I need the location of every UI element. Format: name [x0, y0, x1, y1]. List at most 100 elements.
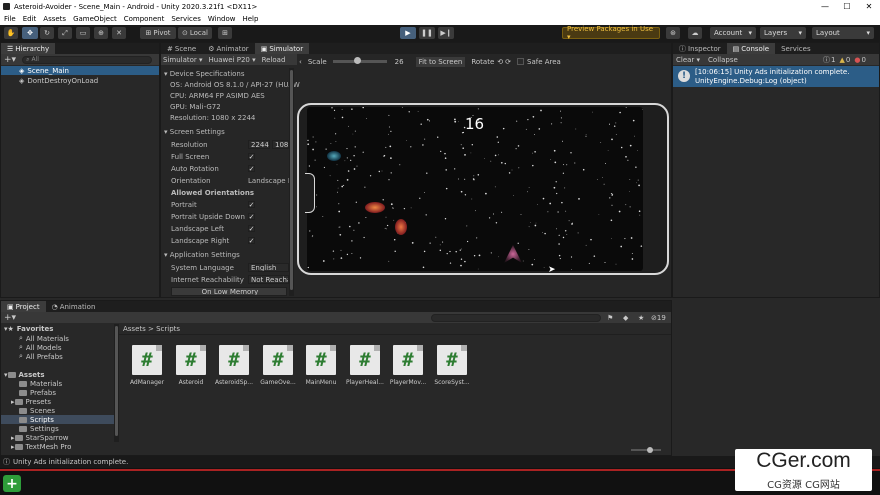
- tab-hierarchy[interactable]: ☰ Hierarchy: [1, 43, 56, 54]
- portrait-checkbox[interactable]: ✓: [248, 201, 255, 209]
- rect-tool-icon[interactable]: ▭: [76, 27, 90, 39]
- transform-tool-icon[interactable]: ⊕: [94, 27, 108, 39]
- landscape-left-checkbox[interactable]: ✓: [248, 225, 255, 233]
- collapse-left-icon[interactable]: ‹: [299, 58, 302, 66]
- script-asset-asteroid[interactable]: #: [176, 345, 206, 375]
- portrait-upside-down-checkbox[interactable]: ✓: [248, 213, 255, 221]
- add-icon[interactable]: +▾: [4, 55, 16, 65]
- custom-tool-icon[interactable]: ✕: [112, 27, 126, 39]
- hand-tool-icon[interactable]: ✋: [4, 27, 18, 39]
- menu-window[interactable]: Window: [208, 15, 236, 23]
- folder-starsparrow[interactable]: ▸ StarSparrow: [11, 433, 69, 442]
- script-asset-scoresystem[interactable]: #: [437, 345, 467, 375]
- breadcrumb-text[interactable]: Assets > Scripts: [123, 325, 180, 333]
- scale-slider-thumb[interactable]: [353, 57, 361, 64]
- preview-packages-dropdown[interactable]: Preview Packages in Use ▾: [562, 25, 660, 41]
- minimize-button[interactable]: —: [814, 0, 836, 13]
- favorite-item[interactable]: ⌕ All Prefabs: [19, 352, 63, 361]
- step-button[interactable]: ▶❙: [438, 27, 454, 39]
- menu-assets[interactable]: Assets: [43, 15, 66, 23]
- layout-dropdown[interactable]: Layout ▾: [812, 27, 874, 39]
- collapse-button[interactable]: Collapse: [708, 56, 738, 64]
- menu-help[interactable]: Help: [242, 15, 258, 23]
- close-window-button[interactable]: ✕: [858, 0, 880, 13]
- script-asset-playerhealth[interactable]: #: [350, 345, 380, 375]
- fit-to-screen-button[interactable]: Fit to Screen: [415, 56, 466, 67]
- icon-size-slider[interactable]: [631, 447, 661, 453]
- script-asset-admanager[interactable]: #: [132, 345, 162, 375]
- safe-area-checkbox[interactable]: [517, 58, 524, 65]
- reload-button[interactable]: Reload: [262, 56, 286, 64]
- game-screen[interactable]: 16: [307, 107, 643, 271]
- tab-animation[interactable]: ◔ Animation: [46, 301, 102, 312]
- maximize-button[interactable]: ☐: [836, 0, 858, 13]
- pivot-toggle[interactable]: ⊞ Pivot: [140, 27, 176, 39]
- orientation-value[interactable]: Landscape L: [248, 177, 289, 185]
- script-asset-gameover[interactable]: #: [263, 345, 293, 375]
- play-button[interactable]: ▶: [400, 27, 416, 39]
- favorite-item[interactable]: ⌕ All Materials: [19, 334, 69, 343]
- hierarchy-item-scene-main[interactable]: ◈ Scene_Main: [1, 66, 159, 75]
- menu-gameobject[interactable]: GameObject: [73, 15, 117, 23]
- resolution-height-field[interactable]: 1080: [272, 140, 289, 149]
- script-asset-asteroidspawner[interactable]: #: [219, 345, 249, 375]
- folder-scenes[interactable]: Scenes: [19, 406, 55, 415]
- tab-project[interactable]: ▣ Project: [1, 301, 46, 312]
- scale-tool-icon[interactable]: ⤢: [58, 27, 72, 39]
- script-asset-mainmenu[interactable]: #: [306, 345, 336, 375]
- tab-inspector[interactable]: ⓘ Inspector: [673, 43, 727, 54]
- error-icon[interactable]: ●: [854, 56, 860, 64]
- collab-icon[interactable]: ⊛: [666, 27, 680, 39]
- add-plus-icon[interactable]: +: [3, 475, 21, 492]
- folder-materials[interactable]: Materials: [19, 379, 62, 388]
- app-settings-header[interactable]: ▾ Application Settings: [164, 251, 240, 259]
- hierarchy-search-input[interactable]: ⌕ All: [22, 55, 153, 64]
- full-screen-checkbox[interactable]: ✓: [248, 153, 255, 161]
- script-asset-playermovement[interactable]: #: [393, 345, 423, 375]
- tab-simulator[interactable]: ▣ Simulator: [254, 43, 310, 54]
- resolution-width-field[interactable]: 2244: [248, 140, 270, 149]
- folder-textmesh-pro[interactable]: ▸ TextMesh Pro: [11, 442, 71, 451]
- tree-scrollbar[interactable]: [114, 324, 119, 442]
- menu-file[interactable]: File: [4, 15, 16, 23]
- filter-label-icon[interactable]: ◆: [623, 314, 628, 322]
- menu-edit[interactable]: Edit: [23, 15, 37, 23]
- layers-dropdown[interactable]: Layers ▾: [760, 27, 806, 39]
- simulator-mode-dropdown[interactable]: Simulator ▾: [163, 56, 203, 64]
- local-toggle[interactable]: ⊙ Local: [178, 27, 212, 39]
- tab-console[interactable]: ▤ Console: [726, 43, 776, 54]
- warning-icon[interactable]: ▲: [839, 56, 844, 64]
- add-asset-icon[interactable]: +▾: [4, 313, 16, 323]
- clear-dropdown[interactable]: Clear ▾: [676, 56, 700, 64]
- filter-type-icon[interactable]: ⚑: [607, 314, 613, 322]
- hierarchy-item-dontdestroyonload[interactable]: ◈ DontDestroyOnLoad: [1, 76, 159, 85]
- account-dropdown[interactable]: Account ▾: [710, 27, 756, 39]
- hidden-packages-count[interactable]: ⊘19: [651, 314, 666, 322]
- assets-root[interactable]: ▾ Assets: [4, 370, 45, 379]
- cloud-icon[interactable]: ☁: [688, 27, 702, 39]
- scale-slider[interactable]: [332, 57, 387, 64]
- move-tool-icon[interactable]: ✥: [22, 27, 38, 39]
- on-low-memory-button[interactable]: On Low Memory: [171, 287, 287, 296]
- rotate-tool-icon[interactable]: ↻: [40, 27, 54, 39]
- auto-rotation-checkbox[interactable]: ✓: [248, 165, 255, 173]
- console-log-entry[interactable]: ! [10:06:15] Unity Ads initialization co…: [673, 66, 879, 87]
- favorites-header[interactable]: ▾ ★ Favorites: [4, 324, 53, 333]
- internet-reachability-dropdown[interactable]: Not Reacha: [248, 275, 289, 284]
- grid-snap-icon[interactable]: ⊞: [218, 27, 232, 39]
- rotate-right-icon[interactable]: ⟳: [505, 58, 511, 66]
- favorite-item[interactable]: ⌕ All Models: [19, 343, 62, 352]
- folder-prefabs[interactable]: Prefabs: [19, 388, 56, 397]
- tab-scene[interactable]: # Scene: [161, 43, 202, 54]
- info-icon[interactable]: ⓘ: [823, 55, 830, 65]
- tab-services[interactable]: Services: [775, 43, 817, 54]
- landscape-right-checkbox[interactable]: ✓: [248, 237, 255, 245]
- menu-services[interactable]: Services: [171, 15, 201, 23]
- system-language-dropdown[interactable]: English: [248, 263, 289, 272]
- project-search-input[interactable]: [431, 313, 601, 322]
- screen-settings-header[interactable]: ▾ Screen Settings: [164, 128, 225, 136]
- favorite-icon[interactable]: ★: [638, 314, 644, 322]
- folder-settings[interactable]: Settings: [19, 424, 59, 433]
- settings-scrollbar[interactable]: [289, 68, 294, 296]
- folder-scripts[interactable]: Scripts: [1, 415, 115, 424]
